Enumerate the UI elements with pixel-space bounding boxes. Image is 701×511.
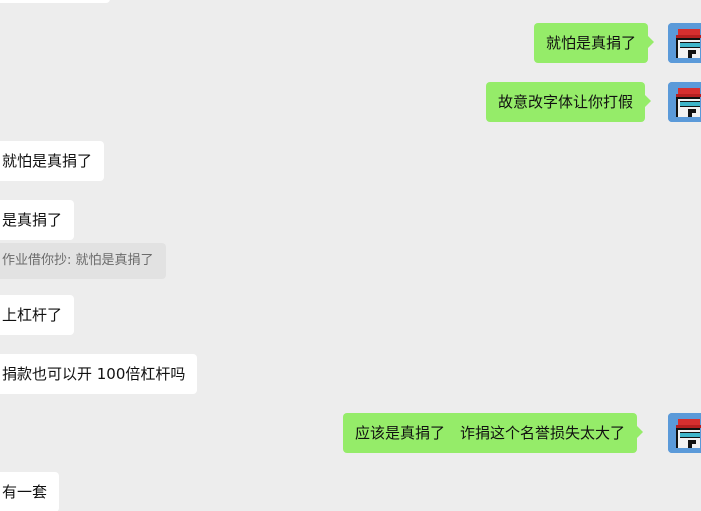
incoming-message-bubble[interactable]: 是真捐了 — [0, 200, 75, 240]
quoted-reply[interactable]: 作业借你抄: 就怕是真捐了 — [0, 243, 166, 279]
self-avatar[interactable] — [668, 82, 701, 122]
incoming-message-bubble[interactable]: 就怕是真捐了 — [0, 141, 105, 181]
outgoing-message-bubble[interactable]: 就怕是真捐了 — [534, 23, 655, 63]
partial-incoming-bubble — [0, 0, 110, 3]
incoming-message-bubble[interactable]: 捐款也可以开 100倍杠杆吗 — [0, 354, 198, 394]
incoming-message-bubble[interactable]: 上杠杆了 — [0, 295, 75, 335]
pixel-avatar-icon — [668, 413, 701, 453]
pixel-avatar-icon — [668, 23, 701, 63]
outgoing-message-bubble[interactable]: 故意改字体让你打假 — [486, 82, 652, 122]
incoming-message-bubble[interactable]: 有一套 — [0, 472, 60, 511]
self-avatar[interactable] — [668, 23, 701, 63]
self-avatar[interactable] — [668, 413, 701, 453]
pixel-avatar-icon — [668, 82, 701, 122]
chat-message-list[interactable]: 就怕是真捐了 故意改字体让你打假 就怕是真捐了 是真捐了 作业借你抄: 就怕是真… — [0, 0, 701, 511]
outgoing-message-bubble[interactable]: 应该是真捐了 诈捐这个名誉损失太大了 — [343, 413, 644, 453]
